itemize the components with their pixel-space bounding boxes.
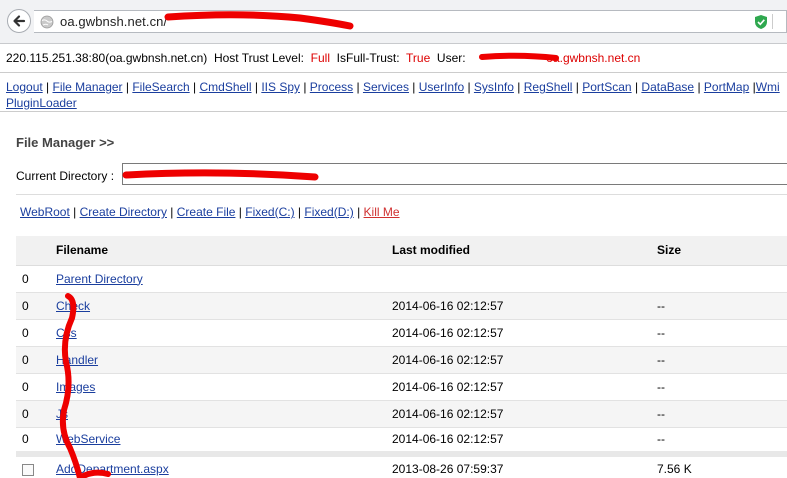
host-port: 220.115.251.38:80(oa.gwbnsh.net.cn) xyxy=(6,51,208,65)
globe-icon xyxy=(40,15,54,29)
nav-filesearch[interactable]: FileSearch xyxy=(132,80,189,94)
nav-regshell[interactable]: RegShell xyxy=(524,80,573,94)
current-directory-label: Current Directory : xyxy=(16,169,115,183)
address-bar[interactable]: oa.gwbnsh.net.cn/ xyxy=(34,10,787,33)
folder-link-js[interactable]: Js xyxy=(56,407,68,421)
url-text[interactable]: oa.gwbnsh.net.cn/ xyxy=(60,14,167,29)
row-size: -- xyxy=(657,292,787,320)
table-row: 0 WebService 2014-06-16 02:12:57 -- xyxy=(16,427,787,455)
create-directory-link[interactable]: Create Directory xyxy=(80,205,167,219)
nav-row-2: PluginLoader xyxy=(6,95,781,111)
file-table: Filename Last modified Size 0 Parent Dir… xyxy=(16,236,787,478)
nav-file-manager[interactable]: File Manager xyxy=(53,80,123,94)
row-id: 0 xyxy=(16,346,56,374)
folder-link-webservice[interactable]: WebService xyxy=(56,432,120,446)
page-title: File Manager >> xyxy=(16,135,115,150)
row-id: 0 xyxy=(16,319,56,347)
folder-link-css[interactable]: Css xyxy=(56,326,77,340)
table-row: 0 Check 2014-06-16 02:12:57 -- xyxy=(16,292,787,320)
trust-label: Host Trust Level: xyxy=(213,51,304,65)
col-filename: Filename xyxy=(56,236,392,266)
nav-row-1: Logout | File Manager | FileSearch | Cmd… xyxy=(6,80,780,94)
nav-services[interactable]: Services xyxy=(363,80,409,94)
row-modified: 2014-06-16 02:12:57 xyxy=(392,346,657,374)
row-modified: 2014-06-16 02:12:57 xyxy=(392,427,657,455)
fixed-d-link[interactable]: Fixed(D:) xyxy=(304,205,353,219)
browser-toolbar: oa.gwbnsh.net.cn/ xyxy=(0,0,787,44)
row-id: 0 xyxy=(16,427,56,455)
isfull-label: IsFull-Trust: xyxy=(336,51,400,65)
user-value: oa.gwbnsh.net.cn xyxy=(546,51,641,65)
row-modified: 2014-06-16 02:12:57 xyxy=(392,292,657,320)
row-size: -- xyxy=(657,346,787,374)
row-size xyxy=(657,265,787,293)
kill-me-link[interactable]: Kill Me xyxy=(364,205,400,219)
row-modified: 2013-08-26 07:59:37 xyxy=(392,451,657,478)
parent-directory-link[interactable]: Parent Directory xyxy=(56,272,143,286)
nav-sysinfo[interactable]: SysInfo xyxy=(474,80,514,94)
table-row: 0 Parent Directory xyxy=(16,265,787,293)
create-file-link[interactable]: Create File xyxy=(177,205,236,219)
nav-pluginloader[interactable]: PluginLoader xyxy=(6,96,77,110)
nav-cmdshell[interactable]: CmdShell xyxy=(199,80,251,94)
fixed-c-link[interactable]: Fixed(C:) xyxy=(245,205,294,219)
back-button[interactable] xyxy=(7,9,31,33)
row-modified: 2014-06-16 02:12:57 xyxy=(392,373,657,401)
table-row: 0 Images 2014-06-16 02:12:57 -- xyxy=(16,373,787,401)
user-label: User: xyxy=(436,51,466,65)
col-filename-label: Filename xyxy=(56,243,109,258)
file-toolbar: WebRoot | Create Directory | Create File… xyxy=(16,194,787,224)
table-row: 0 Handler 2014-06-16 02:12:57 -- xyxy=(16,346,787,374)
row-size: -- xyxy=(657,319,787,347)
table-header: Filename Last modified Size xyxy=(16,236,787,266)
isfull-value: True xyxy=(406,51,431,65)
nav-iis-spy[interactable]: IIS Spy xyxy=(261,80,300,94)
table-row: 0 Css 2014-06-16 02:12:57 -- xyxy=(16,319,787,347)
row-modified: 2014-06-16 02:12:57 xyxy=(392,400,657,428)
toolbar-divider xyxy=(772,14,780,29)
row-size: 7.56 K xyxy=(657,451,787,478)
table-row: AddDepartment.aspx 2013-08-26 07:59:37 7… xyxy=(16,451,787,478)
row-size: -- xyxy=(657,373,787,401)
nav-portscan[interactable]: PortScan xyxy=(582,80,631,94)
row-modified xyxy=(392,265,657,293)
current-directory-input[interactable] xyxy=(122,163,787,185)
nav-userinfo[interactable]: UserInfo xyxy=(419,80,464,94)
row-size: -- xyxy=(657,427,787,455)
nav-process[interactable]: Process xyxy=(310,80,353,94)
folder-link-images[interactable]: Images xyxy=(56,380,95,394)
file-link-adddepartment[interactable]: AddDepartment.aspx xyxy=(56,462,169,476)
col-blank xyxy=(16,236,56,266)
trust-value: Full xyxy=(310,51,330,65)
file-checkbox[interactable] xyxy=(22,463,34,476)
folder-link-check[interactable]: Check xyxy=(56,299,90,313)
col-size: Size xyxy=(657,236,787,266)
shield-check-icon[interactable] xyxy=(754,14,768,30)
col-last-modified: Last modified xyxy=(392,236,657,266)
arrow-left-icon xyxy=(13,15,26,27)
main-nav: Logout | File Manager | FileSearch | Cmd… xyxy=(0,72,787,112)
row-modified: 2014-06-16 02:12:57 xyxy=(392,319,657,347)
host-info: 220.115.251.38:80(oa.gwbnsh.net.cn) Host… xyxy=(6,51,640,65)
nav-wmi[interactable]: Wmi xyxy=(756,80,780,94)
row-size: -- xyxy=(657,400,787,428)
row-id: 0 xyxy=(16,292,56,320)
nav-database[interactable]: DataBase xyxy=(641,80,694,94)
nav-portmap[interactable]: PortMap xyxy=(704,80,749,94)
table-row: 0 Js 2014-06-16 02:12:57 -- xyxy=(16,400,787,428)
row-id: 0 xyxy=(16,400,56,428)
webroot-link[interactable]: WebRoot xyxy=(20,205,70,219)
nav-logout[interactable]: Logout xyxy=(6,80,43,94)
row-id: 0 xyxy=(16,265,56,293)
file-manager-panel: File Manager >> Current Directory : WebR… xyxy=(0,113,787,478)
folder-link-handler[interactable]: Handler xyxy=(56,353,98,367)
row-id: 0 xyxy=(16,373,56,401)
